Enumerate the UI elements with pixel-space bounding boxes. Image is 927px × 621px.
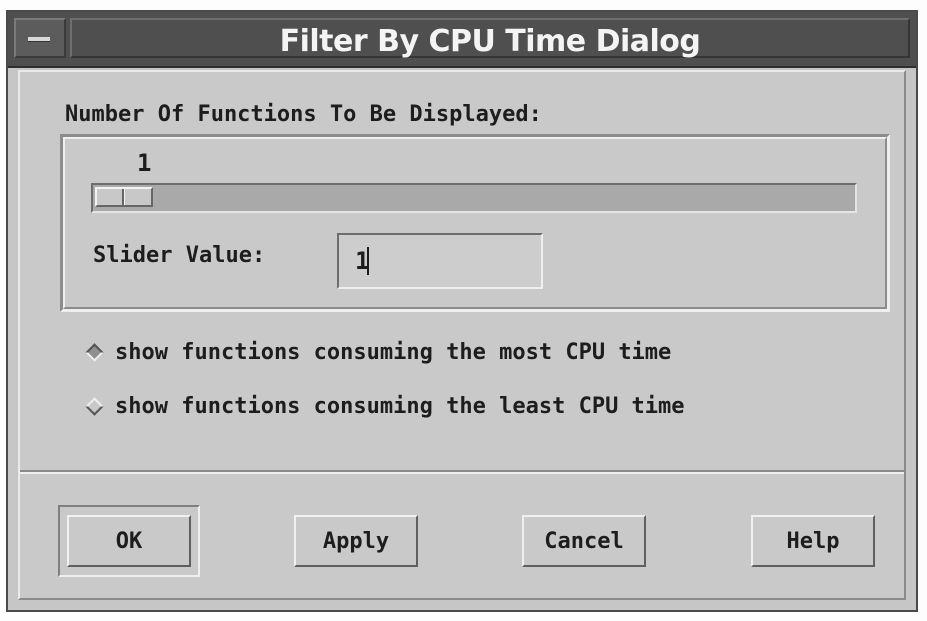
functions-count-label: Number Of Functions To Be Displayed: <box>65 102 542 127</box>
radio-diamond-icon[interactable] <box>85 343 104 362</box>
slider-frame: 1 Slider Value: 1 <box>60 134 890 312</box>
apply-button[interactable]: Apply <box>294 515 418 567</box>
window-title: Filter By CPU Time Dialog <box>279 24 701 59</box>
action-separator <box>20 470 904 474</box>
title-bar[interactable]: Filter By CPU Time Dialog <box>8 12 916 68</box>
filter-dialog-window: Filter By CPU Time Dialog Number Of Func… <box>6 10 918 612</box>
title-area[interactable]: Filter By CPU Time Dialog <box>70 18 910 59</box>
ok-button[interactable]: OK <box>67 515 191 567</box>
slider-grip-icon <box>122 189 125 205</box>
cancel-button[interactable]: Cancel <box>522 515 646 567</box>
text-caret <box>367 247 369 275</box>
help-button[interactable]: Help <box>751 515 875 567</box>
function-count-slider[interactable] <box>91 183 857 213</box>
window-menu-icon <box>28 37 50 42</box>
radio-most-cpu[interactable]: show functions consuming the most CPU ti… <box>85 340 672 365</box>
slider-readout: 1 <box>137 149 152 177</box>
radio-least-label: show functions consuming the least CPU t… <box>115 394 685 419</box>
radio-diamond-icon[interactable] <box>85 397 104 416</box>
dialog-body: Number Of Functions To Be Displayed: 1 S… <box>18 70 906 600</box>
radio-least-cpu[interactable]: show functions consuming the least CPU t… <box>85 394 685 419</box>
slider-value-label: Slider Value: <box>93 243 266 268</box>
window-menu-button[interactable] <box>14 18 66 58</box>
radio-most-label: show functions consuming the most CPU ti… <box>115 340 672 365</box>
slider-value-input[interactable]: 1 <box>337 233 543 289</box>
slider-thumb[interactable] <box>95 187 153 207</box>
